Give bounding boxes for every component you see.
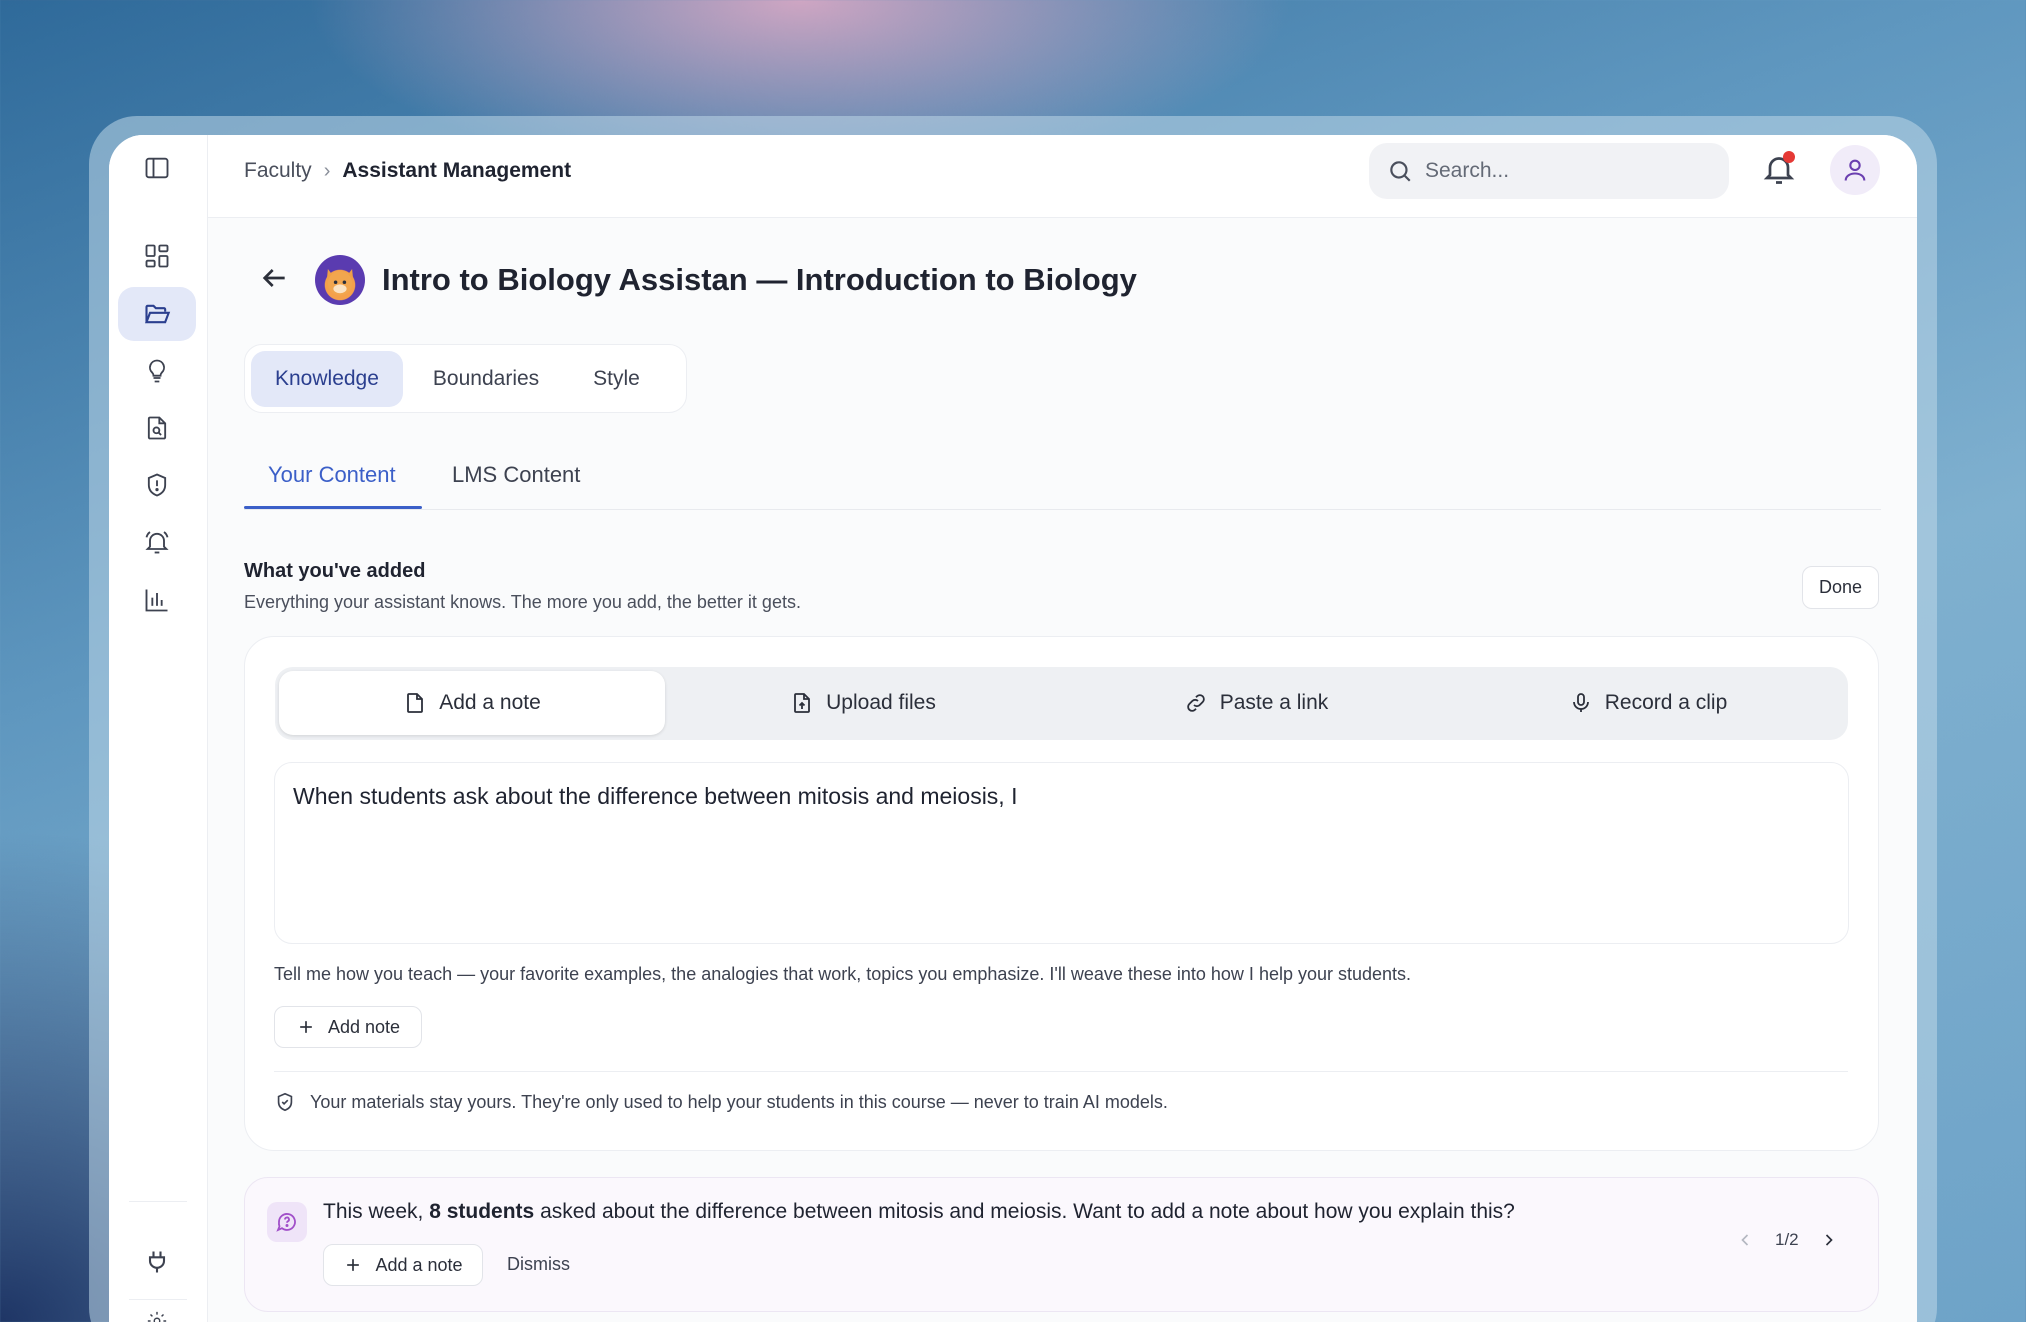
add-note-button[interactable]: Add note — [274, 1006, 422, 1048]
question-bubble-icon — [267, 1202, 307, 1242]
tab-style[interactable]: Style — [569, 351, 664, 407]
link-icon — [1186, 694, 1205, 712]
notifications-button[interactable] — [1761, 151, 1797, 187]
note-hint: Tell me how you teach — your favorite ex… — [274, 964, 1412, 984]
tab-lms-content[interactable]: LMS Content — [452, 462, 580, 488]
mode-label: Upload files — [826, 691, 936, 714]
chevron-left-icon[interactable] — [1735, 1230, 1755, 1250]
sidebar-item-alerts[interactable] — [118, 515, 196, 569]
sidebar-item-settings[interactable] — [118, 1301, 196, 1322]
cat-mascot-icon — [326, 269, 354, 296]
insight-student-count: 8 students — [429, 1200, 535, 1223]
sidebar-item-insights[interactable] — [118, 344, 196, 398]
sidebar — [109, 135, 208, 1322]
breadcrumb-faculty[interactable]: Faculty — [244, 159, 312, 183]
insight-text-suffix: asked about the difference between mitos… — [534, 1200, 1515, 1223]
sidebar-item-integrations[interactable] — [118, 1235, 196, 1289]
shield-check-icon — [277, 1092, 293, 1112]
active-tab-indicator — [244, 506, 422, 509]
mode-label: Record a clip — [1604, 691, 1728, 714]
mode-label: Paste a link — [1219, 691, 1329, 714]
insight-text-prefix: This week, — [323, 1200, 430, 1223]
bell-ring-icon — [145, 531, 169, 554]
section-title: What you've added — [244, 560, 426, 582]
insight-add-note-button[interactable]: Add a note — [323, 1244, 483, 1286]
pager-count: 1/2 — [1775, 1230, 1799, 1249]
page-title: Intro to Biology Assistan — Introduction… — [382, 262, 1137, 297]
app-window: Faculty › Assistant Management Intro to … — [109, 135, 1917, 1322]
insight-add-label: Add a note — [375, 1254, 463, 1275]
chevron-right-icon[interactable] — [1819, 1230, 1839, 1250]
plus-icon — [347, 1259, 360, 1271]
breadcrumb-current: Assistant Management — [342, 159, 572, 182]
sidebar-item-assistants[interactable] — [118, 287, 196, 341]
sidebar-toggle-button[interactable] — [118, 141, 196, 195]
insight-banner: This week, 8 students asked about the di… — [244, 1177, 1879, 1312]
sidebar-item-documents[interactable] — [118, 401, 196, 455]
main-content: Intro to Biology Assistan — Introduction… — [208, 218, 1917, 1322]
sidebar-divider — [129, 1201, 187, 1202]
main-tabs: Knowledge Boundaries Style — [244, 344, 687, 413]
mode-add-note-button[interactable]: Add a note — [279, 671, 665, 735]
tab-knowledge[interactable]: Knowledge — [251, 350, 403, 407]
microphone-icon — [1572, 693, 1589, 712]
add-content-card: Add a note Upload files Paste a link Rec… — [244, 636, 1879, 1151]
card-divider — [274, 1071, 1848, 1072]
content-sub-tabs: Your Content LMS Content — [244, 438, 1881, 510]
plus-icon — [300, 1021, 312, 1033]
gear-icon — [147, 1311, 167, 1322]
lightbulb-icon — [149, 359, 165, 383]
plug-icon — [148, 1251, 166, 1273]
mode-upload-files-button[interactable]: Upload files — [670, 671, 1056, 735]
file-icon — [407, 693, 424, 713]
sidebar-item-dashboard[interactable] — [118, 229, 196, 283]
add-note-label: Add note — [327, 1016, 401, 1037]
section-subtitle: Everything your assistant knows. The mor… — [244, 592, 801, 612]
back-button[interactable] — [258, 262, 290, 294]
bar-chart-icon — [145, 589, 168, 612]
search-box[interactable] — [1369, 143, 1729, 199]
chevron-right-icon: › — [323, 159, 331, 182]
user-icon — [1844, 159, 1866, 181]
file-search-icon — [147, 416, 167, 440]
file-upload-icon — [794, 693, 811, 713]
shield-alert-icon — [147, 473, 167, 497]
top-bar: Faculty › Assistant Management — [208, 135, 1917, 218]
sidebar-toggle-icon — [145, 157, 169, 179]
privacy-text: Your materials stay yours. They're only … — [310, 1091, 1168, 1112]
breadcrumb: Faculty › Assistant Management — [244, 159, 571, 183]
grid-icon — [145, 244, 169, 268]
sidebar-item-boundaries[interactable] — [118, 458, 196, 512]
done-button[interactable]: Done — [1802, 566, 1879, 609]
dismiss-button[interactable]: Dismiss — [507, 1254, 570, 1275]
search-input[interactable] — [1425, 159, 1705, 183]
mode-record-clip-button[interactable]: Record a clip — [1455, 671, 1841, 735]
insight-text: This week, 8 students asked about the di… — [323, 1200, 1515, 1224]
insight-pager: 1/2 — [1735, 1230, 1839, 1250]
mode-paste-link-button[interactable]: Paste a link — [1063, 671, 1449, 735]
tab-your-content[interactable]: Your Content — [268, 462, 396, 488]
notification-dot — [1783, 151, 1795, 163]
tab-boundaries[interactable]: Boundaries — [409, 351, 563, 407]
mode-label: Add a note — [439, 691, 541, 714]
search-icon — [1390, 161, 1411, 182]
sidebar-item-analytics[interactable] — [118, 573, 196, 627]
user-avatar-button[interactable] — [1830, 145, 1880, 195]
assistant-avatar — [315, 255, 365, 305]
arrow-left-icon — [262, 269, 285, 287]
privacy-notice: Your materials stay yours. They're only … — [274, 1091, 1168, 1113]
sidebar-divider — [129, 1299, 187, 1300]
folder-open-icon — [144, 304, 171, 324]
note-textarea[interactable] — [274, 762, 1849, 944]
content-mode-bar: Add a note Upload files Paste a link Rec… — [275, 667, 1848, 740]
